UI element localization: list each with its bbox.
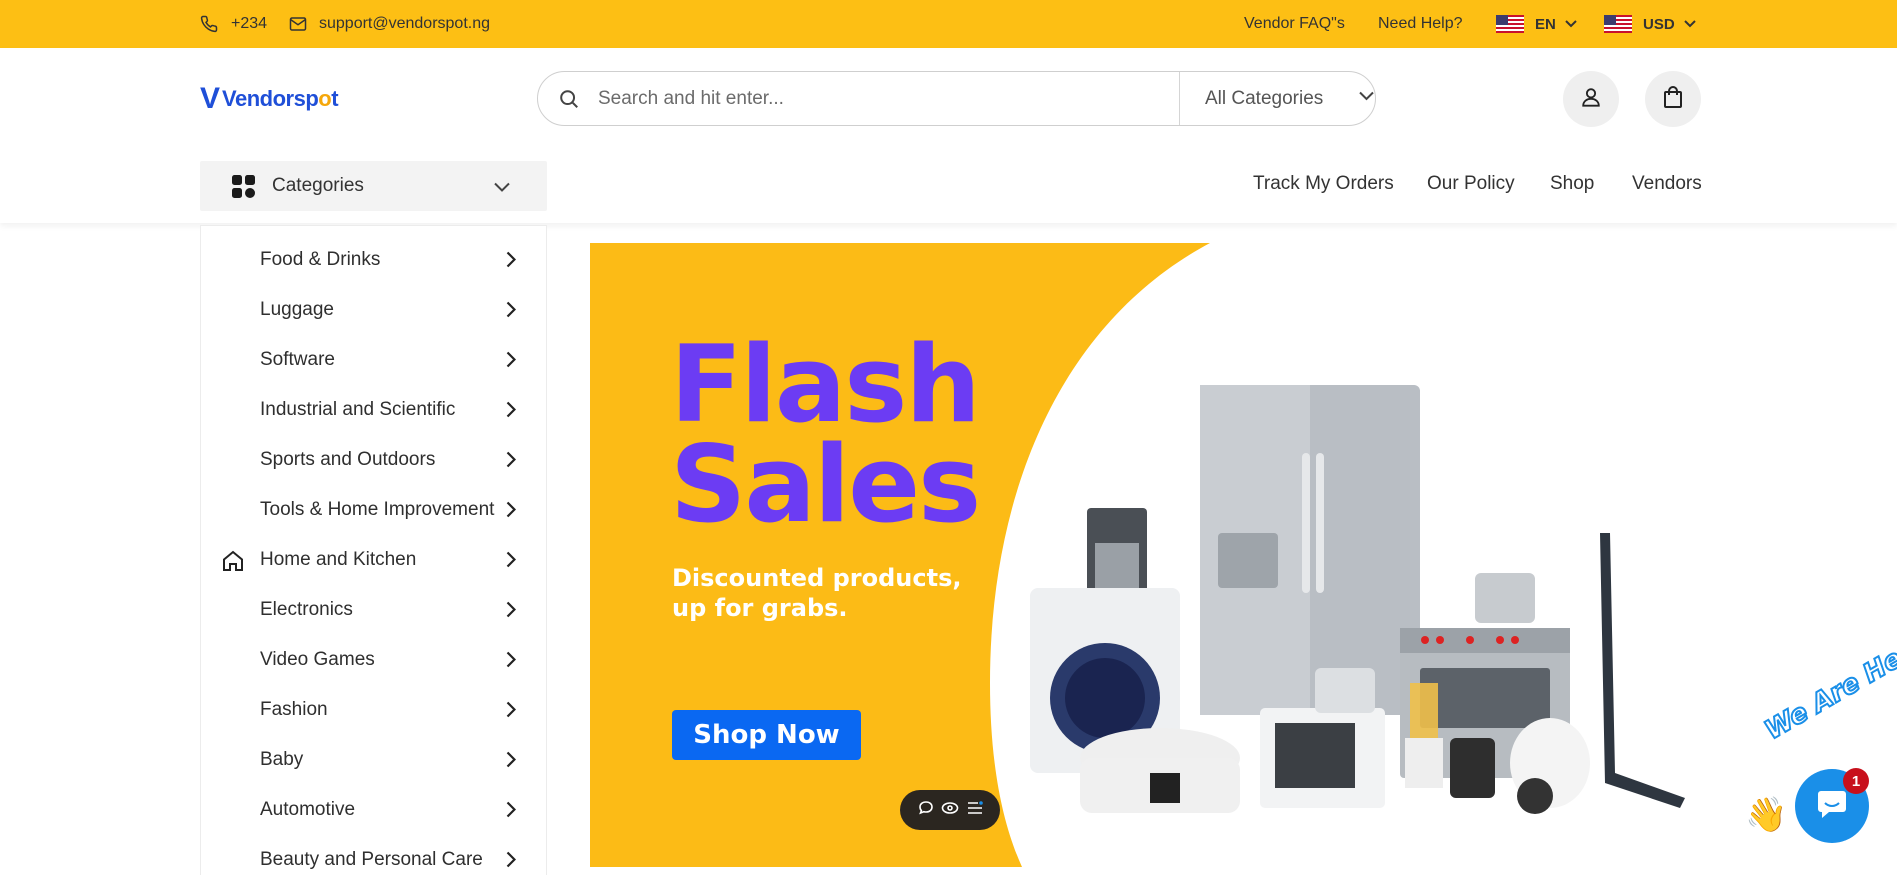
search-input[interactable] [598,82,1198,116]
search-icon[interactable] [558,88,580,115]
sidebar-item-luggage[interactable]: Luggage [201,286,546,336]
sidebar-item-home-kitchen[interactable]: Home and Kitchen [201,536,546,586]
sidebar-item-automotive[interactable]: Automotive [201,786,546,836]
nav-our-policy[interactable]: Our Policy [1427,173,1515,195]
user-icon [1580,86,1602,113]
logo-mark: V [200,82,221,115]
chat-bubble-icon [1815,787,1849,826]
floating-toolbar [900,790,1000,830]
banner-subtitle-line1: Discounted products, [672,564,962,592]
search-bar: All Categories [537,71,1376,126]
chevron-right-icon [506,751,517,773]
phone-contact[interactable]: +234 [200,0,267,48]
chevron-right-icon [506,301,517,323]
nav-shop[interactable]: Shop [1550,173,1594,195]
sidebar-item-label: Home and Kitchen [260,549,417,570]
sidebar-item-label: Industrial and Scientific [260,399,456,420]
eye-icon[interactable] [941,801,959,820]
sidebar-item-food-drinks[interactable]: Food & Drinks [201,236,546,286]
sidebar-item-baby[interactable]: Baby [201,736,546,786]
currency-selector[interactable]: USD [1604,0,1696,48]
us-flag-icon [1604,15,1632,33]
categories-dropdown-button[interactable]: Categories [200,161,547,211]
sidebar-item-label: Baby [260,749,304,770]
categories-label: Categories [272,175,364,196]
chevron-right-icon [506,551,517,573]
sidebar-item-industrial-scientific[interactable]: Industrial and Scientific [201,386,546,436]
nav-track-orders[interactable]: Track My Orders [1253,173,1394,195]
sidebar-item-label: Luggage [260,299,334,320]
chevron-right-icon [506,401,517,423]
waving-hand-icon: 👋 [1745,796,1788,834]
currency-label: USD [1643,15,1675,33]
comment-icon[interactable] [918,800,934,821]
account-button[interactable] [1563,71,1619,127]
chat-tagline: We Are Here! [1759,621,1897,747]
banner-subtitle-line2: up for grabs. [672,594,848,622]
chevron-right-icon [506,501,517,523]
chevron-right-icon [506,601,517,623]
sidebar-item-software[interactable]: Software [201,336,546,386]
sidebar-item-tools-home-improvement[interactable]: Tools & Home Improvement [201,486,546,536]
home-icon [221,549,245,578]
chevron-right-icon [506,801,517,823]
flash-title-line2: Sales [670,423,981,546]
flash-title-line1: Flash [670,323,981,446]
sidebar-item-fashion[interactable]: Fashion [201,686,546,736]
chevron-right-icon [506,251,517,273]
category-select[interactable]: All Categories [1205,72,1374,125]
chevron-right-icon [506,701,517,723]
sidebar-item-sports-outdoors[interactable]: Sports and Outdoors [201,436,546,486]
sidebar-item-label: Automotive [260,799,356,820]
sidebar-item-electronics[interactable]: Electronics [201,586,546,636]
sidebar-item-label: Electronics [260,599,353,620]
menu-icon[interactable] [967,800,983,820]
chevron-down-icon [494,179,510,197]
cart-button[interactable] [1645,71,1701,127]
shop-now-button[interactable]: Shop Now [672,710,861,760]
phone-number: +234 [231,15,268,32]
sidebar-item-label: Software [260,349,335,370]
search-divider [1179,72,1180,125]
language-selector[interactable]: EN [1496,0,1577,48]
unread-count-badge: 1 [1843,768,1869,794]
flash-sales-title: Flash Sales [670,323,981,546]
us-flag-icon [1496,15,1524,33]
chevron-down-icon [1683,20,1696,28]
sidebar-item-label: Beauty and Personal Care [260,849,483,870]
chevron-right-icon [506,651,517,673]
sidebar-item-label: Tools & Home Improvement [260,499,495,520]
chevron-right-icon [506,451,517,473]
sidebar-item-label: Sports and Outdoors [260,449,436,470]
grid-icon [232,175,256,204]
chevron-right-icon [506,351,517,373]
sidebar-item-label: Video Games [260,649,375,670]
category-sidebar: Food & Drinks Luggage Software Industria… [200,225,547,875]
email-contact[interactable]: support@vendorspot.ng [289,0,490,48]
language-label: EN [1535,15,1556,33]
sidebar-item-label: Food & Drinks [260,249,381,270]
chevron-down-icon [1565,20,1577,28]
shopping-bag-icon [1663,85,1683,114]
chevron-right-icon [506,851,517,873]
vendor-faq-link[interactable]: Vendor FAQ"s [1244,0,1345,48]
email-address: support@vendorspot.ng [319,15,491,32]
sidebar-item-beauty-personal-care[interactable]: Beauty and Personal Care [201,836,546,875]
top-bar: +234 support@vendorspot.ng Vendor FAQ"s … [0,0,1897,48]
mail-icon [289,16,307,32]
sidebar-item-label: Fashion [260,699,328,720]
sidebar-item-video-games[interactable]: Video Games [201,636,546,686]
category-select-label: All Categories [1205,87,1324,109]
phone-icon [200,15,218,33]
need-help-link[interactable]: Need Help? [1378,0,1463,48]
logo-wordmark: Vendorspot [222,86,339,111]
vendorspot-logo[interactable]: V Vendorspot [200,82,339,116]
nav-vendors[interactable]: Vendors [1632,173,1702,195]
banner-subtitle: Discounted products, up for grabs. [672,563,961,623]
flash-sales-banner[interactable]: Flash Sales Discounted products, up for … [590,243,1701,867]
